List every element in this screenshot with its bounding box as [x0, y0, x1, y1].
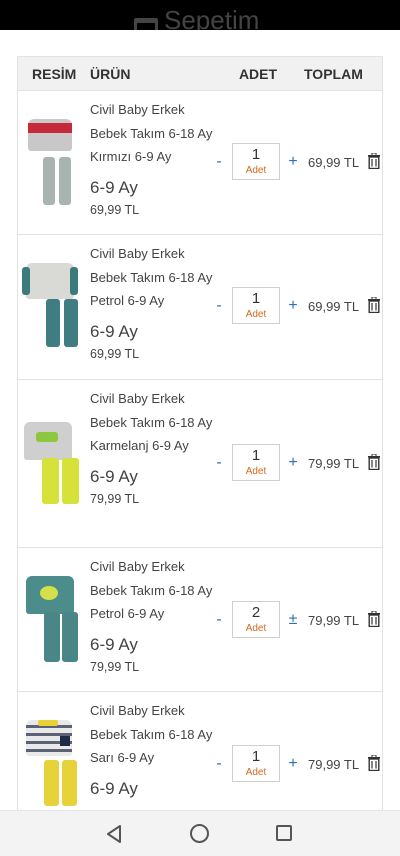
line-total: 69,99 TL: [308, 299, 360, 314]
cart-row: Civil Baby Erkek Bebek Takım 6-18 Ay Pet…: [18, 235, 382, 380]
back-icon[interactable]: [106, 825, 122, 843]
recent-apps-icon[interactable]: [276, 825, 292, 841]
decrease-quantity-button[interactable]: -: [212, 454, 226, 472]
quantity-input[interactable]: 1 Adet: [232, 287, 280, 324]
product-image[interactable]: [18, 235, 90, 379]
quantity-stepper: - 2 Adet ±: [212, 601, 300, 638]
delete-icon[interactable]: [367, 153, 381, 169]
product-price: 79,99 TL: [90, 659, 140, 674]
decrease-quantity-button[interactable]: -: [212, 153, 226, 171]
increase-quantity-button[interactable]: +: [286, 297, 300, 315]
home-icon[interactable]: [190, 824, 209, 843]
delete-icon[interactable]: [367, 755, 381, 771]
header-bar: Sepetim: [0, 0, 400, 30]
cart-row: Civil Baby Erkek Bebek Takım 6-18 Ay Sar…: [18, 692, 382, 822]
product-name[interactable]: Civil Baby Erkek Bebek Takım 6-18 Ay Pet…: [90, 242, 214, 313]
quantity-stepper: - 1 Adet +: [212, 287, 300, 324]
column-header-product: ÜRÜN: [90, 65, 131, 82]
line-total: 79,99 TL: [308, 757, 360, 772]
page-title: Sepetim: [134, 5, 260, 30]
line-total: 79,99 TL: [308, 613, 360, 628]
quantity-input[interactable]: 2 Adet: [232, 601, 280, 638]
product-image[interactable]: [18, 548, 90, 691]
product-image[interactable]: [18, 692, 90, 822]
quantity-stepper: - 1 Adet +: [212, 444, 300, 481]
decrease-quantity-button[interactable]: -: [212, 755, 226, 773]
delete-icon[interactable]: [367, 297, 381, 313]
product-price: 69,99 TL: [90, 202, 140, 217]
product-size: 6-9 Ay: [90, 466, 138, 486]
increase-quantity-button[interactable]: +: [286, 454, 300, 472]
delete-icon[interactable]: [367, 454, 381, 470]
decrease-quantity-button[interactable]: -: [212, 611, 226, 629]
column-header-quantity: ADET: [238, 65, 278, 82]
column-header-image: RESİM: [32, 65, 77, 82]
product-size: 6-9 Ay: [90, 177, 138, 197]
line-total: 79,99 TL: [308, 456, 360, 471]
increase-quantity-button[interactable]: ±: [286, 611, 300, 629]
increase-quantity-button[interactable]: +: [286, 153, 300, 171]
quantity-input[interactable]: 1 Adet: [232, 444, 280, 481]
product-name[interactable]: Civil Baby Erkek Bebek Takım 6-18 Ay Kar…: [90, 387, 214, 458]
product-image[interactable]: [18, 380, 90, 547]
decrease-quantity-button[interactable]: -: [212, 297, 226, 315]
quantity-input[interactable]: 1 Adet: [232, 143, 280, 180]
product-name[interactable]: Civil Baby Erkek Bebek Takım 6-18 Ay Pet…: [90, 555, 214, 626]
quantity-stepper: - 1 Adet +: [212, 143, 300, 180]
cart-row: Civil Baby Erkek Bebek Takım 6-18 Ay Kar…: [18, 380, 382, 548]
cart-row: Civil Baby Erkek Bebek Takım 6-18 Ay Kır…: [18, 91, 382, 235]
quantity-input[interactable]: 1 Adet: [232, 745, 280, 782]
product-price: 79,99 TL: [90, 491, 140, 506]
product-price: 69,99 TL: [90, 346, 140, 361]
product-name[interactable]: Civil Baby Erkek Bebek Takım 6-18 Ay Sar…: [90, 699, 214, 770]
product-name[interactable]: Civil Baby Erkek Bebek Takım 6-18 Ay Kır…: [90, 98, 214, 169]
delete-icon[interactable]: [367, 611, 381, 627]
product-size: 6-9 Ay: [90, 634, 138, 654]
product-size: 6-9 Ay: [90, 778, 138, 798]
product-image[interactable]: [18, 91, 90, 234]
page-title-text: Sepetim: [164, 5, 260, 30]
android-navigation-bar: [0, 810, 400, 856]
quantity-stepper: - 1 Adet +: [212, 745, 300, 782]
line-total: 69,99 TL: [308, 155, 360, 170]
cart-row: Civil Baby Erkek Bebek Takım 6-18 Ay Pet…: [18, 548, 382, 692]
increase-quantity-button[interactable]: +: [286, 755, 300, 773]
shopping-bag-icon: [134, 18, 158, 30]
table-header: RESİM ÜRÜN ADET TOPLAM: [18, 57, 382, 91]
cart-table: RESİM ÜRÜN ADET TOPLAM Civil Baby Erkek …: [17, 56, 383, 822]
product-size: 6-9 Ay: [90, 321, 138, 341]
column-header-total: TOPLAM: [304, 65, 363, 82]
